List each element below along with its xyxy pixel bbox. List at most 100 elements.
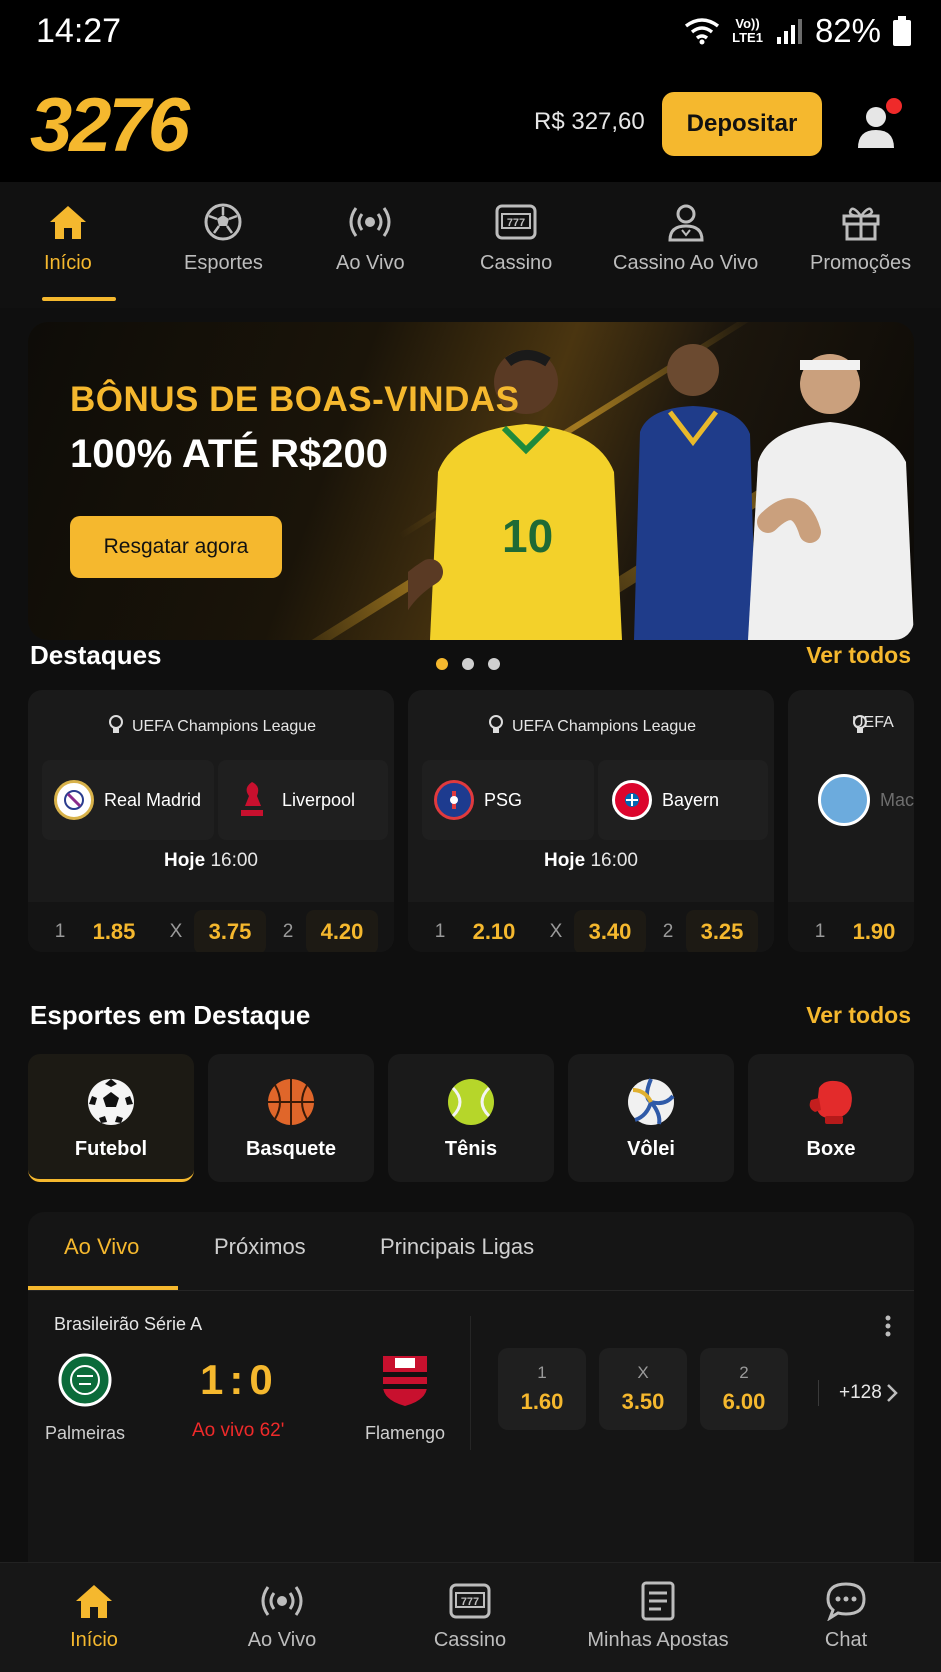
champions-league-icon	[853, 715, 867, 733]
match-card[interactable]: UEFA Champions League Real Madrid Liverp…	[28, 690, 394, 952]
team-name: Mac	[880, 789, 914, 810]
nav-item-ao-vivo[interactable]: Ao Vivo	[336, 202, 405, 275]
kickoff-day: Hoje	[543, 850, 586, 871]
odd-home-button[interactable]: 1 2.10	[422, 910, 530, 952]
odd-draw-button[interactable]: X 3.75	[158, 910, 266, 952]
nav-item-promocoes[interactable]: Promoções	[810, 202, 911, 275]
odd-label: X	[637, 1363, 649, 1382]
highlights-see-all-link[interactable]: Ver todos	[806, 642, 911, 669]
carousel-dot[interactable]	[488, 658, 500, 670]
odd-value: 3.75	[194, 910, 266, 952]
sport-label: Basquete	[245, 1138, 337, 1160]
live-odd-draw-button[interactable]: X 3.50	[599, 1348, 687, 1430]
live-odd-home-button[interactable]: 1 1.60	[498, 1348, 586, 1430]
odd-value: 2.10	[472, 919, 516, 944]
carousel-dot[interactable]	[436, 658, 448, 670]
bottom-nav-chat[interactable]: Chat	[766, 1581, 926, 1652]
score-away: 0	[249, 1356, 279, 1403]
nav-item-cassino[interactable]: 777 Cassino	[480, 202, 552, 275]
nav-label: Promoções	[810, 252, 912, 274]
odds-row: 1 2.10 X 3.40 2 3.25	[408, 902, 774, 952]
markets-separator	[818, 1380, 819, 1406]
wifi-icon	[685, 18, 720, 45]
tab-proximos[interactable]: Próximos	[214, 1234, 306, 1260]
bottom-nav-inicio[interactable]: Início	[14, 1581, 174, 1652]
sports-section-title: Esportes em Destaque	[30, 1000, 311, 1030]
app-header: 3276 R$ 327,60 Depositar	[0, 62, 941, 182]
bottom-nav-ao-vivo[interactable]: Ao Vivo	[202, 1581, 362, 1652]
volte-label: Vo))	[735, 16, 760, 31]
odd-value: 4.20	[306, 910, 378, 952]
odds-row: 1 1.85 X 3.75 2 4.20	[28, 902, 394, 952]
carousel-dot[interactable]	[462, 658, 474, 670]
deposit-button[interactable]: Depositar	[662, 92, 822, 156]
dealer-icon	[668, 204, 704, 242]
bottom-nav-label: Início	[70, 1629, 118, 1651]
brand-logo[interactable]: 3276	[30, 82, 190, 169]
banner-title: BÔNUS DE BOAS-VINDAS	[70, 380, 520, 419]
sports-see-all-link[interactable]: Ver todos	[806, 1002, 911, 1029]
live-matches-panel: Ao Vivo Próximos Principais Ligas Brasil…	[28, 1212, 914, 1562]
sport-tile-basquete[interactable]: Basquete	[208, 1054, 374, 1182]
score-separator: :	[229, 1356, 250, 1403]
sport-tile-tenis[interactable]: Tênis	[388, 1054, 554, 1182]
broadcast-icon	[261, 1586, 303, 1616]
league-name: UEFA Champions League	[408, 714, 774, 736]
bottom-nav-cassino[interactable]: 777 Cassino	[390, 1581, 550, 1652]
bayern-crest-icon	[612, 780, 652, 820]
claim-bonus-button[interactable]: Resgatar agora	[70, 516, 282, 578]
more-markets-button[interactable]: +128	[818, 1380, 898, 1406]
nav-label: Esportes	[184, 252, 263, 274]
odd-away-button[interactable]: 2 4.20	[270, 910, 378, 952]
main-content[interactable]: 10 BÔNUS DE BOAS-VINDAS 100% ATÉ R$200 R…	[0, 308, 941, 1562]
tab-ao-vivo[interactable]: Ao Vivo	[64, 1234, 139, 1260]
odd-value: 1.90	[852, 919, 896, 944]
odd-away-button[interactable]: 2 3.25	[650, 910, 758, 952]
svg-text:10: 10	[502, 510, 553, 562]
bottom-nav-label: Minhas Apostas	[587, 1629, 729, 1651]
team-name: Real Madrid	[104, 789, 202, 810]
team-name: Bayern	[662, 789, 720, 810]
nav-item-cassino-ao-vivo[interactable]: Cassino Ao Vivo	[613, 202, 758, 275]
live-league-name: Brasileirão Série A	[54, 1314, 203, 1334]
odd-label: 2	[662, 921, 674, 942]
nav-item-esportes[interactable]: Esportes	[184, 202, 263, 275]
sport-tile-futebol[interactable]: Futebol	[28, 1054, 194, 1182]
bottom-nav-label: Ao Vivo	[247, 1629, 317, 1651]
more-options-icon[interactable]	[884, 1314, 892, 1338]
battery-percent: 82%	[814, 12, 881, 49]
odd-home-button[interactable]: 1 1.85	[42, 910, 150, 952]
soccer-ball-icon	[88, 1079, 134, 1125]
bottom-nav-minhas-apostas[interactable]: Minhas Apostas	[578, 1581, 738, 1652]
chat-bubble-icon	[826, 1582, 866, 1621]
sport-tile-volei[interactable]: Vôlei	[568, 1054, 734, 1182]
vertical-divider	[470, 1316, 471, 1450]
profile-button[interactable]	[856, 98, 904, 150]
home-icon	[76, 1585, 112, 1618]
tab-principais-ligas[interactable]: Principais Ligas	[380, 1234, 534, 1260]
team-away: Liverpool	[218, 760, 388, 840]
sport-label: Futebol	[74, 1138, 148, 1160]
live-odd-away-button[interactable]: 2 6.00	[700, 1348, 788, 1430]
nav-item-inicio[interactable]: Início	[44, 202, 92, 275]
lte-label: LTE1	[732, 30, 763, 45]
sport-tile-boxe[interactable]: Boxe	[748, 1054, 914, 1182]
real-madrid-crest-icon	[54, 780, 94, 820]
score-home: 1	[200, 1356, 230, 1403]
odd-draw-button[interactable]: X 3.40	[538, 910, 646, 952]
promo-banner[interactable]: 10 BÔNUS DE BOAS-VINDAS 100% ATÉ R$200 R…	[28, 322, 914, 640]
match-card[interactable]: UEFA Mac 1 1.90	[788, 690, 914, 952]
team-name: Flamengo	[364, 1423, 446, 1443]
flamengo-crest-icon	[383, 1356, 427, 1406]
status-bar: 14:27 Vo)) LTE1 82%	[0, 0, 941, 62]
main-nav: Início Esportes Ao Vivo 777 Cassino Cass…	[0, 182, 941, 308]
basketball-icon	[268, 1079, 314, 1125]
broadcast-icon	[349, 207, 391, 237]
tab-active-indicator	[28, 1286, 178, 1290]
bottom-nav-label: Cassino	[433, 1629, 507, 1651]
signal-icon	[776, 19, 802, 44]
notification-dot	[886, 98, 902, 114]
odds-row: 1 1.90	[788, 902, 914, 952]
match-card[interactable]: UEFA Champions League PSG Bayern Hoje 16…	[408, 690, 774, 952]
odd-home-button[interactable]: 1 1.90	[802, 910, 910, 952]
